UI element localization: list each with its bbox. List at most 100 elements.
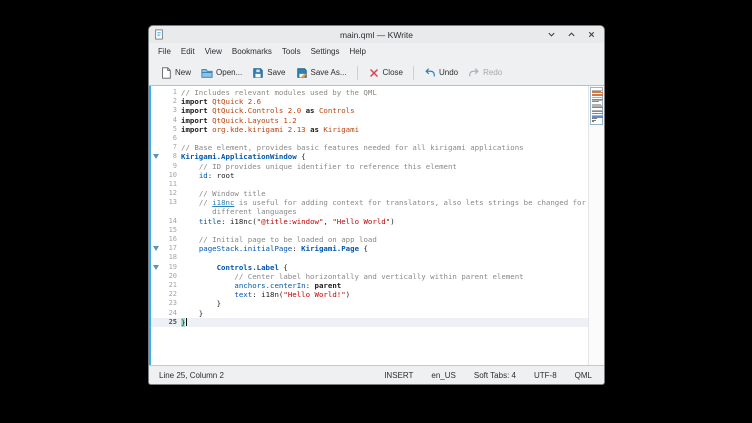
fold-marker[interactable] — [151, 246, 160, 251]
line-number: 15 — [160, 226, 181, 235]
menu-edit[interactable]: Edit — [176, 45, 200, 58]
fold-marker[interactable] — [151, 265, 160, 270]
code-line: 8Kirigami.ApplicationWindow { — [151, 152, 588, 161]
minimap-line — [592, 121, 594, 122]
line-number: 23 — [160, 299, 181, 308]
code-line: 10 id: root — [151, 171, 588, 180]
statusbar-syntax-mode[interactable]: QML — [575, 371, 592, 380]
code-line-text: import QtQuick.Controls 2.0 as Controls — [181, 106, 588, 115]
menu-settings[interactable]: Settings — [306, 45, 345, 58]
code-line: 17 pageStack.initialPage: Kirigami.Page … — [151, 244, 588, 253]
save-icon — [252, 67, 264, 79]
line-number: 20 — [160, 272, 181, 281]
text-editor[interactable]: 1// Includes relevant modules used by th… — [149, 86, 604, 365]
line-number: 25 — [160, 318, 181, 327]
code-line: 1// Includes relevant modules used by th… — [151, 88, 588, 97]
menu-bookmarks[interactable]: Bookmarks — [227, 45, 277, 58]
line-number: 12 — [160, 189, 181, 198]
menu-help[interactable]: Help — [345, 45, 371, 58]
undo-button[interactable]: Undo — [419, 64, 463, 82]
maximize-icon[interactable] — [566, 30, 576, 40]
toolbar: NewOpen... Save Save As... Close UndoRedo — [149, 60, 604, 86]
code-line-text: import org.kde.kirigami 2.13 as Kirigami — [181, 125, 588, 134]
code-line: 12 // Window title — [151, 189, 588, 198]
scrollbar[interactable] — [588, 86, 604, 365]
new-button[interactable]: New — [155, 64, 196, 82]
code-line: 14 title: i18nc("@title:window", "Hello … — [151, 217, 588, 226]
toolbar-separator — [413, 66, 414, 80]
save-as-button[interactable]: Save As... — [291, 64, 352, 82]
line-number: 2 — [160, 97, 181, 106]
code-line: 9 // ID provides unique identifier to re… — [151, 162, 588, 171]
redo-button[interactable]: Redo — [463, 64, 507, 82]
statusbar-right: INSERT en_US Soft Tabs: 4 UTF-8 QML — [384, 371, 592, 380]
code-line-text: // ID provides unique identifier to refe… — [181, 162, 588, 171]
code-line-text: } — [181, 318, 588, 327]
line-number: 22 — [160, 290, 181, 299]
code-line: 15 — [151, 226, 588, 235]
code-line: 5import org.kde.kirigami 2.13 as Kirigam… — [151, 125, 588, 134]
code-line: 13 // i18nc is useful for adding context… — [151, 198, 588, 207]
menubar: FileEditViewBookmarksToolsSettingsHelp — [149, 43, 604, 60]
line-number: 14 — [160, 217, 181, 226]
code-line-text: title: i18nc("@title:window", "Hello Wor… — [181, 217, 588, 226]
statusbar-dictionary[interactable]: en_US — [431, 371, 455, 380]
toolbar-separator — [357, 66, 358, 80]
menu-view[interactable]: View — [200, 45, 227, 58]
code-line-text: Kirigami.ApplicationWindow { — [181, 152, 588, 161]
code-line-text: import QtQuick 2.6 — [181, 97, 588, 106]
statusbar-encoding[interactable]: UTF-8 — [534, 371, 557, 380]
code-line-text: text: i18n("Hello World!") — [181, 290, 588, 299]
titlebar[interactable]: main.qml — KWrite — [149, 26, 604, 43]
save-as-icon — [296, 67, 308, 79]
code-line-text: // i18nc is useful for adding context fo… — [181, 198, 588, 207]
line-number: 18 — [160, 253, 181, 262]
fold-marker[interactable] — [151, 154, 160, 159]
close-button[interactable]: Close — [363, 64, 408, 82]
code-line: 19 Controls.Label { — [151, 263, 588, 272]
line-number: 6 — [160, 134, 181, 143]
toolbar-button-label: Close — [383, 68, 403, 77]
statusbar-insert-mode[interactable]: INSERT — [384, 371, 413, 380]
scrollbar-minimap[interactable] — [590, 87, 603, 125]
line-number: 9 — [160, 162, 181, 171]
cursor-position[interactable]: Line 25, Column 2 — [159, 371, 224, 380]
save-button[interactable]: Save — [247, 64, 290, 82]
code-area: 1// Includes relevant modules used by th… — [151, 86, 588, 365]
code-line: different languages — [151, 207, 588, 216]
code-line: 25} — [151, 318, 588, 327]
code-line: 23 } — [151, 299, 588, 308]
line-number: 13 — [160, 198, 181, 207]
folder-open-icon — [201, 67, 213, 79]
line-number: 8 — [160, 152, 181, 161]
code-line: 20 // Center label horizontally and vert… — [151, 272, 588, 281]
line-number: 24 — [160, 309, 181, 318]
statusbar-tab-settings[interactable]: Soft Tabs: 4 — [474, 371, 516, 380]
close-icon[interactable] — [586, 30, 596, 40]
toolbar-button-label: Save — [267, 68, 285, 77]
code-line-text: // Center label horizontally and vertica… — [181, 272, 588, 281]
code-line: 21 anchors.centerIn: parent — [151, 281, 588, 290]
line-number: 5 — [160, 125, 181, 134]
code-line-text: // Includes relevant modules used by the… — [181, 88, 588, 97]
code-line: 22 text: i18n("Hello World!") — [151, 290, 588, 299]
toolbar-button-label: Save As... — [311, 68, 347, 77]
code-line: 24 } — [151, 309, 588, 318]
line-number: 17 — [160, 244, 181, 253]
close-document-icon — [368, 67, 380, 79]
minimize-icon[interactable] — [546, 30, 556, 40]
code-line: 4import QtQuick.Layouts 1.2 — [151, 116, 588, 125]
line-number: 21 — [160, 281, 181, 290]
code-line: 2import QtQuick 2.6 — [151, 97, 588, 106]
code-line-text: import QtQuick.Layouts 1.2 — [181, 116, 588, 125]
line-number: 16 — [160, 235, 181, 244]
code-line: 18 — [151, 253, 588, 262]
code-line-text: different languages — [181, 207, 588, 216]
open-button[interactable]: Open... — [196, 64, 247, 82]
menu-file[interactable]: File — [153, 45, 176, 58]
code-line-text: } — [181, 309, 588, 318]
text-cursor — [186, 318, 187, 326]
menu-tools[interactable]: Tools — [277, 45, 306, 58]
code-line: 16 // Initial page to be loaded on app l… — [151, 235, 588, 244]
kwrite-app-icon — [154, 29, 164, 40]
